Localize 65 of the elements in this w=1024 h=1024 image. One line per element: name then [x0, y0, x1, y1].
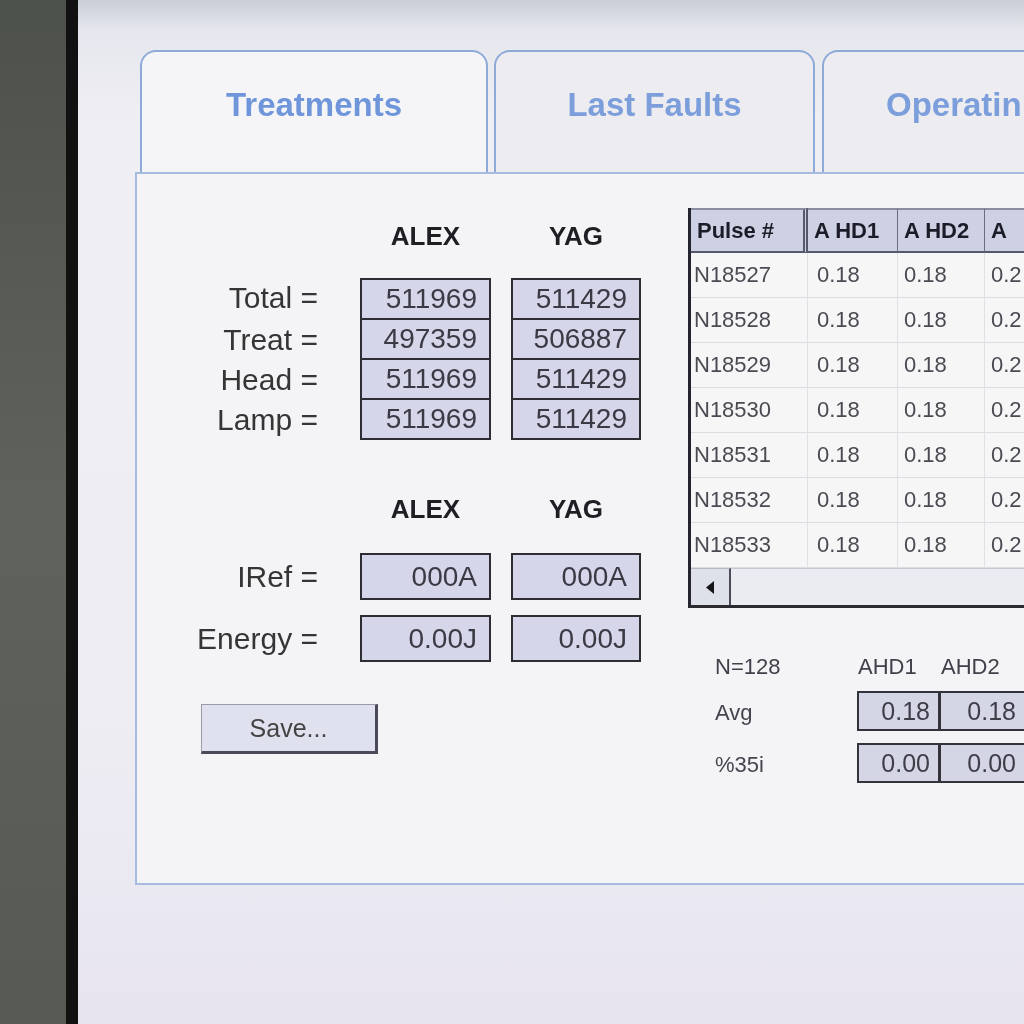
scroll-left-button[interactable]	[691, 568, 731, 605]
value-display: 0.00J	[511, 615, 641, 662]
table-cell: N18531	[691, 433, 808, 478]
table-cell: 0.2	[985, 478, 1024, 523]
table-cell: 0.18	[808, 253, 898, 298]
table-cell: N18532	[691, 478, 808, 523]
table-cell: 0.18	[808, 298, 898, 343]
row-label: Energy =	[196, 621, 319, 657]
table-cell: N18528	[691, 298, 808, 343]
value-display: 511969	[360, 278, 491, 320]
save-button[interactable]: Save...	[201, 704, 378, 754]
row-label: %35i	[715, 751, 765, 779]
value-display: 000A	[360, 553, 491, 600]
table-cell: 0.2	[985, 343, 1024, 388]
table-cell: 0.18	[898, 478, 985, 523]
column-heading: AHD2	[940, 653, 1001, 681]
row-label: Lamp =	[216, 402, 319, 438]
column-heading: ALEX	[389, 495, 462, 523]
value-display: 0.00	[938, 743, 1024, 783]
row-label: IRef =	[236, 559, 319, 595]
row-label: Total =	[227, 280, 319, 316]
table-cell: 0.18	[808, 478, 898, 523]
tab[interactable]: Last Faults	[494, 50, 815, 172]
sample-count: N=128	[715, 653, 782, 681]
value-display: 511969	[360, 358, 491, 400]
row-label: Treat =	[222, 322, 319, 358]
table-cell: 0.18	[808, 388, 898, 433]
value-display: 0.00	[857, 743, 940, 783]
table-cell: 0.18	[808, 343, 898, 388]
table-cell: 0.2	[985, 388, 1024, 433]
value-display: 506887	[511, 318, 641, 360]
value-display: 511429	[511, 398, 641, 440]
value-display: 511969	[360, 398, 491, 440]
table-cell: 0.18	[898, 388, 985, 433]
value-display: 511429	[511, 278, 641, 320]
column-header: A HD2	[898, 208, 985, 253]
table-cell: 0.18	[808, 433, 898, 478]
column-header: A	[985, 208, 1024, 253]
column-heading: YAG	[548, 495, 604, 523]
column-heading: AHD1	[857, 653, 918, 681]
left-arrow-icon	[706, 580, 714, 594]
table-cell: 0.2	[985, 253, 1024, 298]
value-display: 497359	[360, 318, 491, 360]
column-header: Pulse #	[691, 208, 808, 253]
row-label: Avg	[715, 699, 754, 727]
value-display: 000A	[511, 553, 641, 600]
column-heading: YAG	[548, 222, 604, 250]
column-heading: ALEX	[389, 222, 462, 250]
value-display: 0.00J	[360, 615, 491, 662]
table-cell: 0.18	[898, 343, 985, 388]
tab[interactable]: Operatin	[822, 50, 1024, 172]
table-cell: 0.2	[985, 433, 1024, 478]
table-cell: N18527	[691, 253, 808, 298]
table-cell: 0.2	[985, 298, 1024, 343]
table-cell: 0.18	[898, 253, 985, 298]
tab[interactable]: Treatments	[140, 50, 488, 172]
table-cell: N18529	[691, 343, 808, 388]
value-display: 0.18	[857, 691, 940, 731]
column-header: A HD1	[808, 208, 898, 253]
table-cell: N18530	[691, 388, 808, 433]
table-cell: 0.18	[898, 298, 985, 343]
value-display: 0.18	[938, 691, 1024, 731]
value-display: 511429	[511, 358, 641, 400]
table-cell: 0.18	[898, 433, 985, 478]
row-label: Head =	[219, 362, 319, 398]
